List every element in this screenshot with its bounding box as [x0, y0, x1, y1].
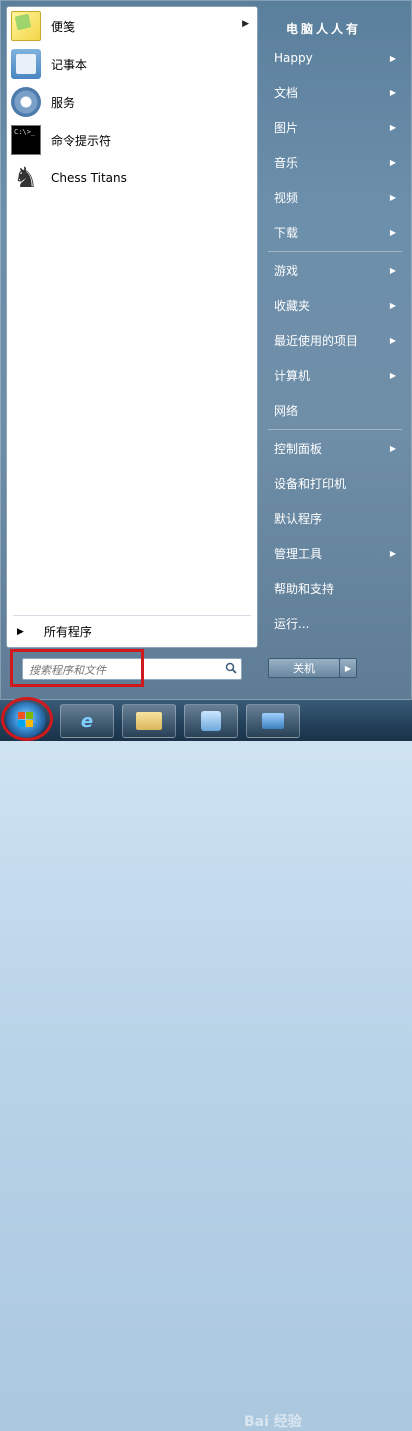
menu-label: 默认程序	[274, 511, 323, 526]
menu-label: 文档	[274, 85, 299, 100]
menu-label: 视频	[274, 190, 299, 205]
divider	[268, 429, 402, 430]
menu-item-downloads[interactable]: 下载 ▶	[266, 219, 404, 245]
menu-item-admin-tools[interactable]: 管理工具 ▶	[266, 540, 404, 566]
submenu-arrow-icon: ▶	[242, 19, 249, 29]
site-label: 电脑人人有	[286, 22, 362, 36]
watermark: Bai 经验	[244, 1414, 302, 1430]
menu-label: 最近使用的项目	[274, 333, 359, 348]
menu-label: 设备和打印机	[274, 476, 347, 491]
submenu-arrow-icon: ▶	[389, 192, 396, 202]
shutdown-options-button[interactable]: ▶	[339, 658, 357, 678]
menu-item-pictures[interactable]: 图片 ▶	[266, 114, 404, 140]
internet-explorer-icon: e	[80, 710, 94, 732]
shutdown-label: 关机	[293, 662, 315, 675]
menu-item-music[interactable]: 音乐 ▶	[266, 149, 404, 175]
shutdown-button[interactable]: 关机	[268, 658, 340, 678]
program-item-notepad[interactable]: 记事本	[11, 47, 255, 81]
menu-item-computer[interactable]: 计算机 ▶	[266, 362, 404, 388]
submenu-arrow-icon: ▶	[389, 227, 396, 237]
program-label: Chess Titans	[51, 171, 127, 185]
services-gear-icon	[11, 87, 41, 117]
all-programs-button[interactable]: ▶ 所有程序	[17, 623, 92, 640]
control-panel-icon	[201, 711, 221, 731]
menu-label: 控制面板	[274, 441, 323, 456]
submenu-arrow-icon: ▶	[389, 335, 396, 345]
chess-icon	[11, 161, 41, 194]
program-label: 命令提示符	[51, 133, 112, 148]
submenu-arrow-icon: ▶	[389, 443, 396, 453]
program-item-command-prompt[interactable]: C:\>_ 命令提示符	[11, 123, 255, 157]
menu-label: 帮助和支持	[274, 581, 335, 596]
menu-label: 收藏夹	[274, 298, 311, 313]
menu-item-videos[interactable]: 视频 ▶	[266, 184, 404, 210]
search-highlight-box	[10, 649, 144, 687]
menu-label: 图片	[274, 120, 299, 135]
submenu-arrow-icon: ▶	[389, 122, 396, 132]
notepad-icon	[11, 49, 41, 79]
menu-item-devices-printers[interactable]: 设备和打印机	[266, 470, 404, 496]
menu-item-default-programs[interactable]: 默认程序	[266, 505, 404, 531]
menu-label: 下载	[274, 225, 299, 240]
submenu-arrow-icon: ▶	[389, 548, 396, 558]
menu-label: 网络	[274, 403, 299, 418]
menu-item-recent-items[interactable]: 最近使用的项目 ▶	[266, 327, 404, 353]
menu-item-happy[interactable]: Happy ▶	[266, 45, 404, 71]
menu-label: 运行...	[274, 616, 310, 631]
program-label: 便笺	[51, 19, 76, 34]
submenu-arrow-icon: ▶	[389, 87, 396, 97]
submenu-arrow-icon: ▶	[389, 265, 396, 275]
menu-item-favorites[interactable]: 收藏夹 ▶	[266, 292, 404, 318]
menu-item-help-support[interactable]: 帮助和支持	[266, 575, 404, 601]
submenu-arrow-icon: ▶	[389, 157, 396, 167]
file-explorer-icon	[136, 712, 162, 730]
menu-item-run[interactable]: 运行...	[266, 610, 404, 636]
command-prompt-icon: C:\>_	[11, 125, 41, 155]
submenu-arrow-icon: ▶	[389, 370, 396, 380]
program-item-sticky-notes[interactable]: 便笺 ▶	[11, 9, 255, 43]
program-label: 记事本	[51, 57, 88, 72]
chevron-right-icon: ▶	[344, 663, 352, 673]
program-item-services[interactable]: 服务	[11, 85, 255, 119]
all-programs-label: 所有程序	[43, 625, 92, 639]
program-item-chess-titans[interactable]: Chess Titans	[11, 161, 255, 195]
expand-arrow-icon: ▶	[17, 626, 24, 637]
divider	[268, 251, 402, 252]
menu-label: 计算机	[274, 368, 311, 383]
menu-item-control-panel[interactable]: 控制面板 ▶	[266, 435, 404, 461]
menu-label: 游戏	[274, 263, 299, 278]
menu-label: 管理工具	[274, 546, 323, 561]
start-highlight-circle	[1, 697, 53, 741]
file-explorer-button[interactable]	[122, 704, 176, 738]
network-button[interactable]	[246, 704, 300, 738]
control-panel-button[interactable]	[184, 704, 238, 738]
menu-item-games[interactable]: 游戏 ▶	[266, 257, 404, 283]
divider	[13, 615, 251, 616]
network-icon	[262, 713, 284, 729]
menu-item-documents[interactable]: 文档 ▶	[266, 79, 404, 105]
sticky-notes-icon	[11, 11, 41, 41]
programs-pane: 便笺 ▶ 记事本 服务 C:\>_ 命令提示符 Chess Titans ▶ 所…	[6, 6, 258, 648]
search-icon[interactable]	[225, 662, 237, 674]
submenu-arrow-icon: ▶	[389, 300, 396, 310]
internet-explorer-button[interactable]: e	[60, 704, 114, 738]
submenu-arrow-icon: ▶	[389, 53, 396, 63]
menu-label: Happy	[274, 51, 313, 65]
menu-label: 音乐	[274, 155, 299, 170]
taskbar: e Bai 经验	[0, 700, 412, 1430]
menu-item-network[interactable]: 网络	[266, 397, 404, 423]
program-label: 服务	[51, 95, 76, 110]
start-menu: 便笺 ▶ 记事本 服务 C:\>_ 命令提示符 Chess Titans ▶ 所…	[0, 0, 412, 700]
